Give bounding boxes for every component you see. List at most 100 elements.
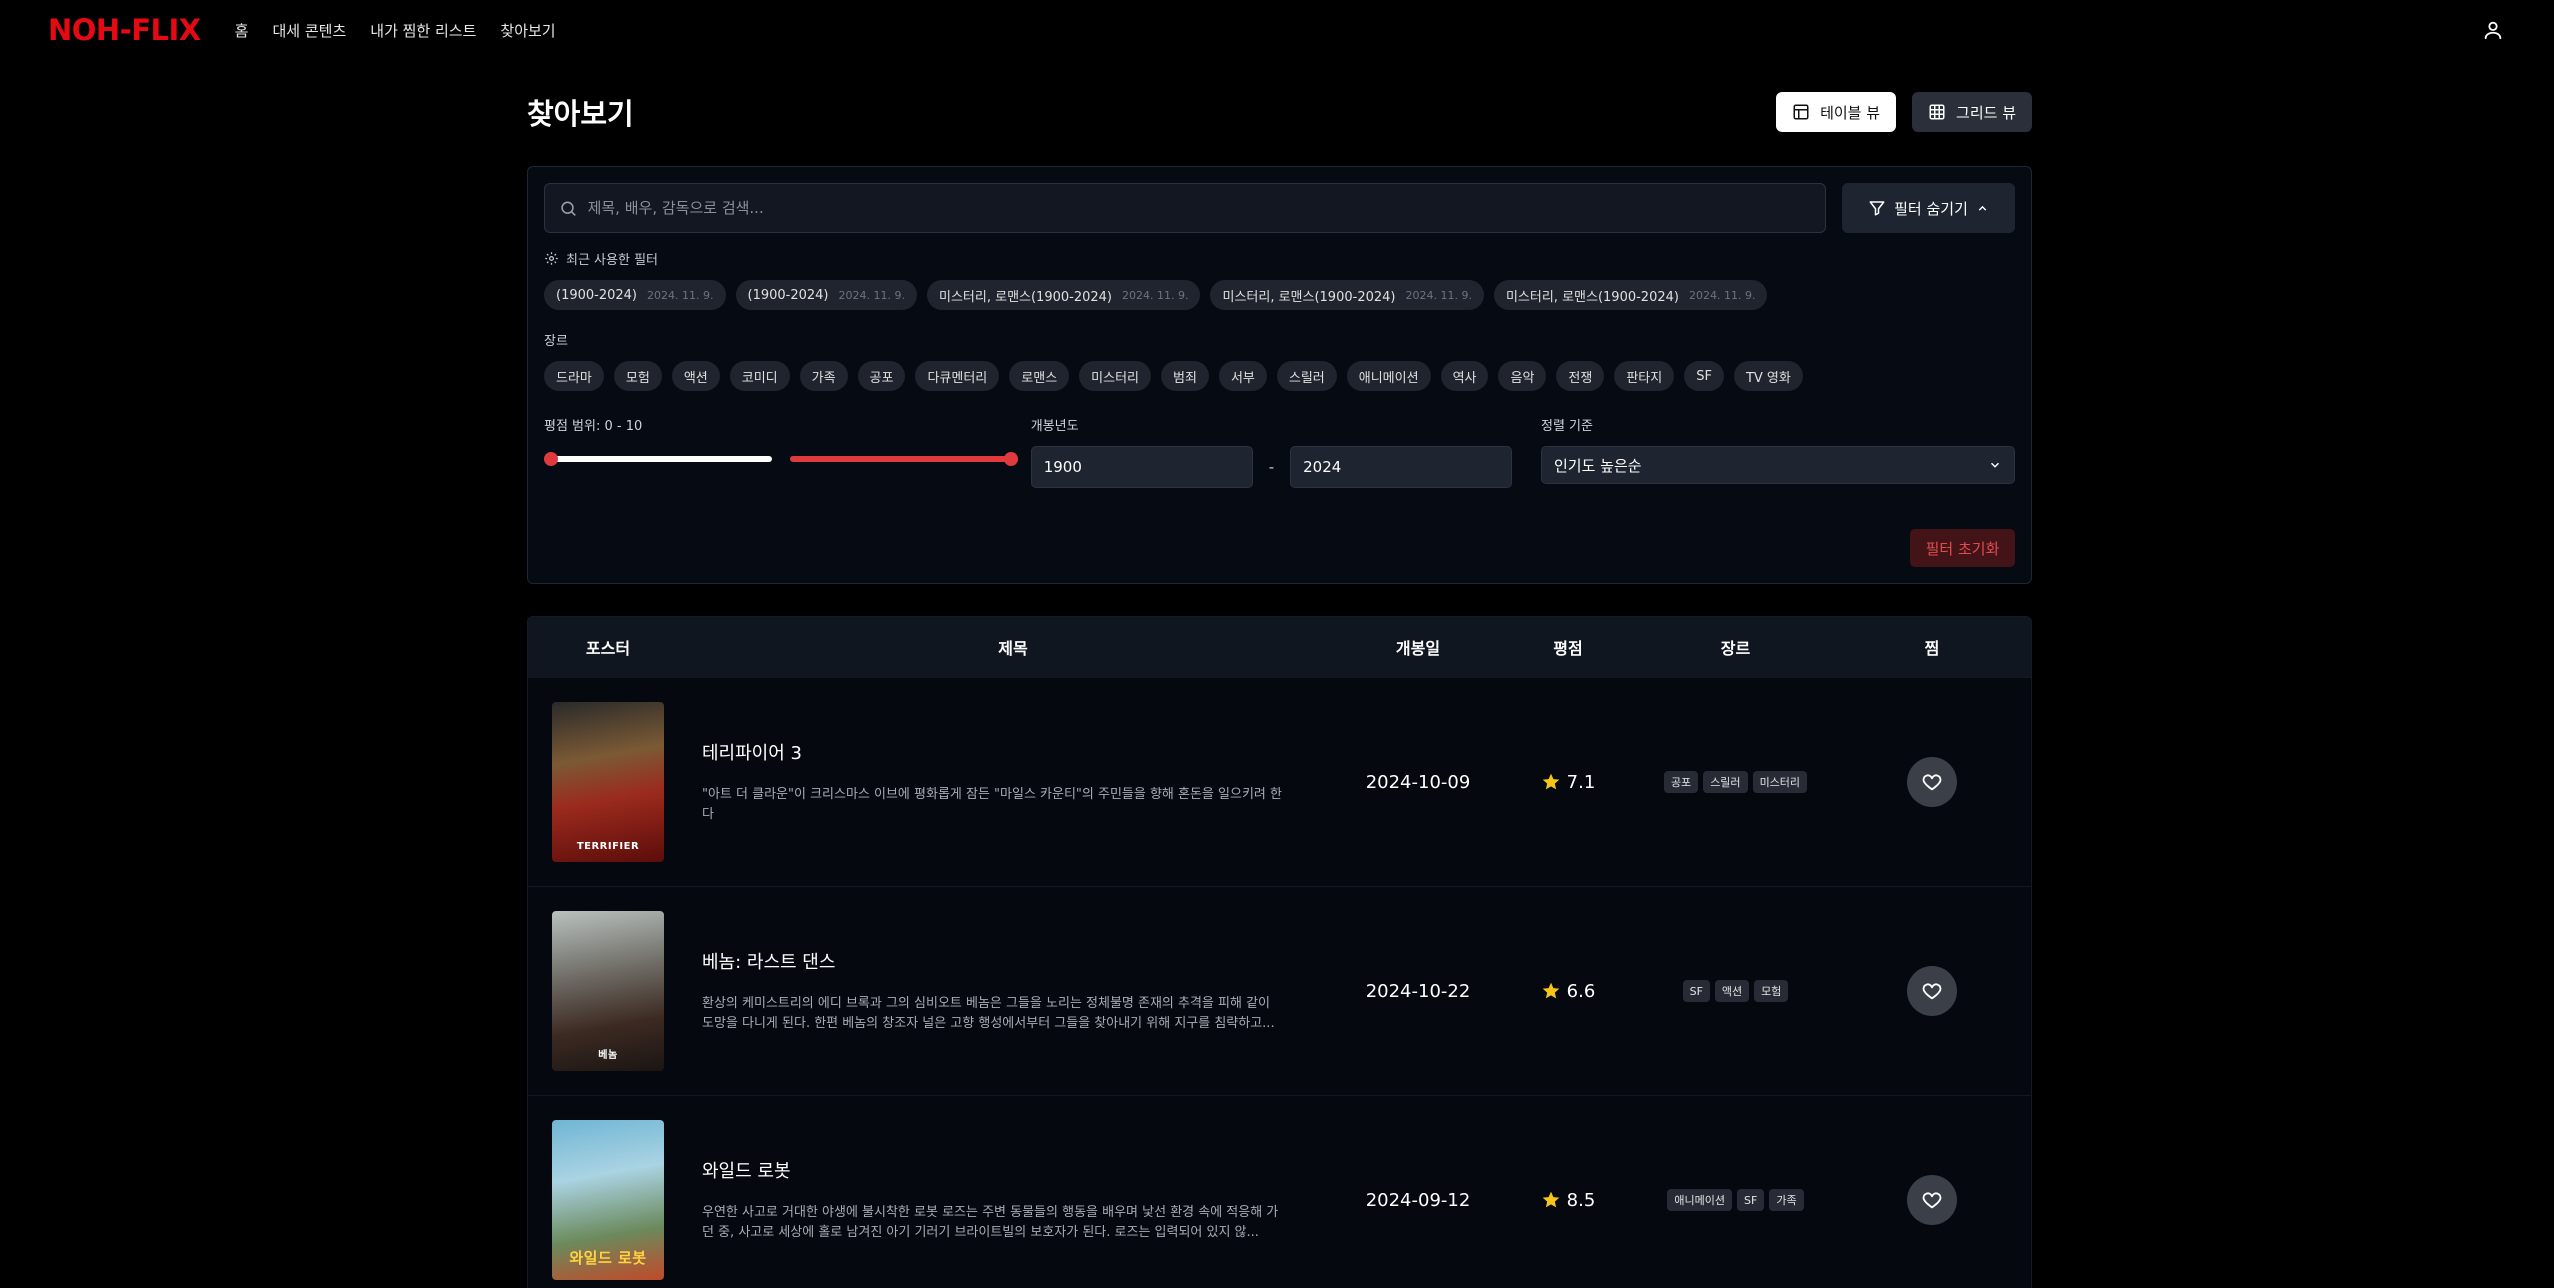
recent-filter-chip[interactable]: 미스터리, 로맨스(1900-2024) 2024. 11. 9.: [927, 280, 1201, 310]
genre-tags: 공포 스릴러 미스터리: [1638, 771, 1833, 793]
filter-panel: 필터 숨기기 최근 사용한 필터 (1900-2024)2024. 11. 9.…: [527, 166, 2032, 584]
filter-toggle-button[interactable]: 필터 숨기기: [1842, 183, 2015, 233]
year-from-input[interactable]: 1900: [1030, 446, 1253, 488]
genre-chip[interactable]: 가족: [799, 361, 848, 391]
user-icon[interactable]: [2482, 19, 2504, 41]
recent-filter-chip[interactable]: 미스터리, 로맨스(1900-2024) 2024. 11. 9.: [1493, 280, 1768, 310]
movie-title[interactable]: 테리파이어 3: [702, 739, 1338, 765]
genre-chip[interactable]: 전쟁: [1556, 361, 1605, 391]
heart-icon: [1922, 983, 1942, 1000]
chevron-down-icon: [1990, 462, 2000, 468]
genre-chip[interactable]: 로맨스: [1009, 361, 1070, 391]
rating-value: 7.1: [1566, 771, 1596, 793]
genre-tag: 미스터리: [1752, 771, 1808, 793]
genre-tags: SF 액션 모험: [1638, 980, 1833, 1002]
rating-min-handle[interactable]: [544, 452, 558, 466]
table-view-label: 테이블 뷰: [1820, 103, 1881, 122]
filter-toggle-label: 필터 숨기기: [1894, 199, 1968, 218]
favorite-button[interactable]: [1907, 966, 1957, 1016]
table-row[interactable]: TERRIFIER 테리파이어 3 "아트 더 클라운"이 크리스마스 이브에 …: [528, 677, 2031, 886]
favorite-button[interactable]: [1907, 757, 1957, 807]
genre-tag: 액션: [1714, 980, 1750, 1002]
genre-label: 장르: [544, 334, 568, 349]
genre-chip[interactable]: SF: [1684, 361, 1724, 391]
movie-table: 포스터 제목 개봉일 평점 장르 찜 TERRIFIER 테리파이어 3 "아트…: [527, 616, 2032, 1288]
movie-title[interactable]: 와일드 로봇: [702, 1157, 1338, 1183]
rating: 8.5: [1498, 1190, 1638, 1211]
year-separator: -: [1268, 458, 1275, 476]
rating-min-track[interactable]: [548, 456, 772, 462]
nav-link-my-list[interactable]: 내가 찜한 리스트: [370, 20, 476, 41]
nav-link-trending[interactable]: 대세 콘텐츠: [272, 20, 346, 41]
genre-chip[interactable]: 공포: [857, 361, 906, 391]
genre-chip[interactable]: 서부: [1218, 361, 1267, 391]
star-icon: [1542, 982, 1560, 999]
movie-description: "아트 더 클라운"이 크리스마스 이브에 평화롭게 잠든 "마일스 카운티"의…: [702, 787, 1282, 822]
genre-chip[interactable]: 역사: [1440, 361, 1489, 391]
recent-filter-chip[interactable]: (1900-2024) 2024. 11. 9.: [544, 280, 726, 310]
nav-link-home[interactable]: 홈: [235, 20, 249, 41]
release-year-label: 개봉년도: [1030, 419, 1079, 434]
reset-filters-button[interactable]: 필터 초기화: [1910, 529, 2015, 567]
genre-chips: 드라마 모험 액션 코미디 가족 공포 다큐멘터리 로맨스 미스터리 범죄 서부…: [544, 361, 2015, 391]
header-poster: 포스터: [585, 639, 631, 658]
genre-chip[interactable]: 음악: [1498, 361, 1547, 391]
filter-icon: [1869, 201, 1885, 216]
table-row[interactable]: 베놈 베놈: 라스트 댄스 환상의 케미스트리의 에디 브록과 그의 심비오트 …: [528, 886, 2031, 1095]
genre-tags: 애니메이션 SF 가족: [1638, 1189, 1833, 1211]
header-date: 개봉일: [1395, 639, 1441, 658]
movie-poster[interactable]: 와일드 로봇: [552, 1120, 664, 1280]
genre-chip[interactable]: TV 영화: [1733, 361, 1803, 391]
genre-chip[interactable]: 코미디: [729, 361, 790, 391]
sort-select[interactable]: 인기도 높은순: [1541, 446, 2015, 484]
genre-tag: 모험: [1754, 980, 1789, 1002]
table-view-button[interactable]: 테이블 뷰: [1776, 92, 1897, 132]
genre-tag: 공포: [1663, 771, 1699, 793]
table-icon: [1793, 104, 1809, 120]
rating: 6.6: [1498, 981, 1638, 1002]
favorite-button[interactable]: [1907, 1175, 1957, 1225]
top-nav: NOH-FLIX 홈 대세 콘텐츠 내가 찜한 리스트 찾아보기: [0, 0, 2554, 60]
heart-icon: [1922, 774, 1942, 791]
nav-links: 홈 대세 콘텐츠 내가 찜한 리스트 찾아보기: [235, 20, 556, 41]
chevron-up-icon: [1978, 205, 1987, 211]
search-input[interactable]: [587, 199, 1825, 217]
movie-poster[interactable]: TERRIFIER: [552, 702, 664, 862]
rating-max-track[interactable]: [790, 456, 1012, 462]
genre-tag: 스릴러: [1703, 771, 1748, 793]
genre-chip[interactable]: 범죄: [1161, 361, 1209, 391]
genre-chip[interactable]: 스릴러: [1276, 361, 1337, 391]
genre-chip[interactable]: 애니메이션: [1346, 361, 1431, 391]
movie-poster[interactable]: 베놈: [552, 911, 664, 1071]
movie-title[interactable]: 베놈: 라스트 댄스: [702, 948, 1338, 974]
recent-filters-label: 최근 사용한 필터: [566, 253, 658, 268]
genre-chip[interactable]: 드라마: [544, 361, 604, 391]
table-row[interactable]: 와일드 로봇 와일드 로봇 우연한 사고로 거대한 야생에 불시착한 로봇 로즈…: [528, 1095, 2031, 1288]
genre-chip[interactable]: 미스터리: [1079, 361, 1152, 391]
genre-chip[interactable]: 판타지: [1614, 361, 1675, 391]
rating-value: 6.6: [1566, 980, 1596, 1002]
year-to-input[interactable]: 2024: [1290, 446, 1513, 488]
recent-filter-chip[interactable]: 미스터리, 로맨스(1900-2024) 2024. 11. 9.: [1210, 280, 1484, 310]
genre-chip[interactable]: 다큐멘터리: [915, 361, 1000, 391]
star-icon: [1542, 773, 1560, 790]
search-box: [544, 183, 1826, 233]
recent-filters: (1900-2024) 2024. 11. 9. (1900-2024) 2024.…: [544, 280, 2015, 310]
header-fav: 찜: [1924, 639, 1940, 658]
logo[interactable]: NOH-FLIX: [48, 13, 201, 47]
grid-view-label: 그리드 뷰: [1956, 103, 2016, 122]
star-icon: [1542, 1191, 1560, 1208]
genre-chip[interactable]: 모험: [613, 361, 662, 391]
rating-range-label: 평점 범위: 0 - 10: [544, 419, 643, 434]
header-rating: 평점: [1553, 639, 1583, 658]
release-date: 2024-10-09: [1365, 771, 1471, 793]
genre-chip[interactable]: 액션: [671, 361, 720, 391]
grid-icon: [1929, 104, 1945, 120]
genre-tag: 애니메이션: [1667, 1189, 1733, 1211]
grid-view-button[interactable]: 그리드 뷰: [1912, 92, 2032, 132]
recent-filter-chip[interactable]: (1900-2024) 2024. 11. 9.: [735, 280, 917, 310]
rating: 7.1: [1498, 772, 1638, 793]
page-title: 찾아보기: [527, 97, 634, 131]
rating-max-handle[interactable]: [1004, 452, 1018, 466]
nav-link-browse[interactable]: 찾아보기: [500, 20, 555, 41]
